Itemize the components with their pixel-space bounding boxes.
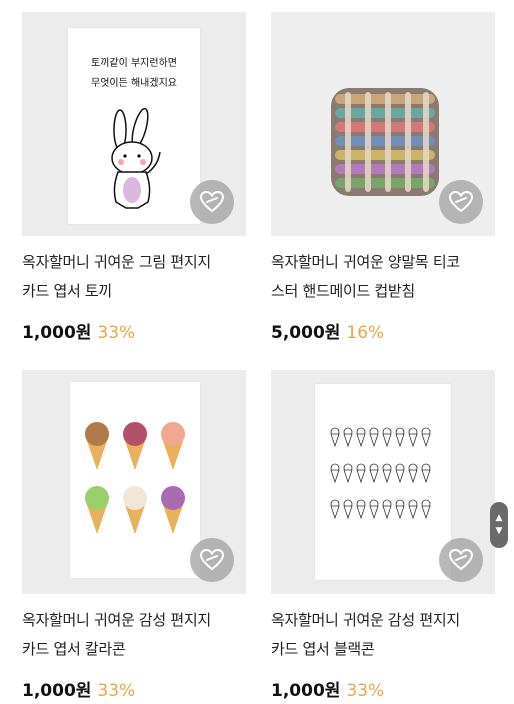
ice-cream-cones-drawing bbox=[85, 422, 185, 534]
product-title-line1: 옥자할머니 귀여운 감성 편지지 bbox=[22, 611, 211, 629]
wishlist-button[interactable] bbox=[190, 538, 234, 582]
product-price: 5,000 bbox=[271, 323, 325, 343]
black-cone-card-image bbox=[315, 384, 451, 580]
product-card[interactable]: 옥자할머니 귀여운 감성 편지지 카드 엽서 칼라콘 1,000원 33% bbox=[22, 370, 246, 702]
woven-coaster-image bbox=[331, 88, 439, 196]
color-cone-card-image bbox=[70, 382, 200, 578]
product-card[interactable]: 옥자할머니 귀여운 양말목 티코 스터 핸드메이드 컵받침 5,000원 16% bbox=[271, 12, 495, 344]
black-cones-drawing bbox=[330, 427, 431, 520]
currency-label: 원 bbox=[324, 323, 341, 343]
currency-label: 원 bbox=[75, 681, 92, 701]
product-title-line2: 스터 핸드메이드 컵받침 bbox=[271, 282, 415, 300]
product-price: 1,000 bbox=[22, 323, 76, 343]
product-title-line2: 카드 엽서 칼라콘 bbox=[22, 640, 126, 658]
product-price: 1,000 bbox=[22, 681, 76, 701]
product-card[interactable]: 토끼같이 부지런하면 무엇이든 해내겠지요 옥자할머니 귀여운 그림 편지지 카… bbox=[22, 12, 246, 344]
card-text-line1: 토끼같이 부지런하면 bbox=[91, 58, 177, 69]
wishlist-button[interactable] bbox=[190, 180, 234, 224]
product-title-line1: 옥자할머니 귀여운 그림 편지지 bbox=[22, 253, 211, 271]
heart-icon bbox=[448, 548, 474, 571]
price-row: 1,000원 33% bbox=[22, 676, 246, 702]
price-row: 1,000원 33% bbox=[271, 676, 495, 702]
price-row: 5,000원 16% bbox=[271, 318, 495, 344]
product-title-line2: 카드 엽서 토끼 bbox=[22, 282, 112, 300]
product-title-line2: 카드 엽서 블랙콘 bbox=[271, 640, 375, 658]
discount-rate: 33% bbox=[97, 681, 136, 701]
product-price: 1,000 bbox=[271, 681, 325, 701]
product-thumbnail[interactable] bbox=[271, 12, 495, 236]
chevron-down-icon[interactable]: ▼ bbox=[496, 525, 503, 538]
product-grid: 토끼같이 부지런하면 무엇이든 해내겠지요 옥자할머니 귀여운 그림 편지지 카… bbox=[0, 0, 514, 704]
chevron-up-icon[interactable]: ▲ bbox=[496, 512, 503, 525]
wishlist-button[interactable] bbox=[439, 180, 483, 224]
rabbit-card-image: 토끼같이 부지런하면 무엇이든 해내겠지요 bbox=[68, 28, 200, 224]
wishlist-button[interactable] bbox=[439, 538, 483, 582]
discount-rate: 33% bbox=[346, 681, 385, 701]
price-row: 1,000원 33% bbox=[22, 318, 246, 344]
heart-icon bbox=[199, 190, 225, 213]
product-card[interactable]: 옥자할머니 귀여운 감성 편지지 카드 엽서 블랙콘 1,000원 33% bbox=[271, 370, 495, 702]
product-thumbnail[interactable]: 토끼같이 부지런하면 무엇이든 해내겠지요 bbox=[22, 12, 246, 236]
currency-label: 원 bbox=[324, 681, 341, 701]
product-title[interactable]: 옥자할머니 귀여운 감성 편지지 카드 엽서 칼라콘 bbox=[22, 606, 246, 664]
currency-label: 원 bbox=[75, 323, 92, 343]
rabbit-drawing bbox=[111, 108, 161, 209]
heart-icon bbox=[448, 190, 474, 213]
product-title[interactable]: 옥자할머니 귀여운 그림 편지지 카드 엽서 토끼 bbox=[22, 248, 246, 306]
product-thumbnail[interactable] bbox=[271, 370, 495, 594]
discount-rate: 16% bbox=[346, 323, 385, 343]
product-title[interactable]: 옥자할머니 귀여운 감성 편지지 카드 엽서 블랙콘 bbox=[271, 606, 495, 664]
product-title-line1: 옥자할머니 귀여운 감성 편지지 bbox=[271, 611, 460, 629]
card-text-line2: 무엇이든 해내겠지요 bbox=[91, 78, 177, 89]
product-thumbnail[interactable] bbox=[22, 370, 246, 594]
discount-rate: 33% bbox=[97, 323, 136, 343]
heart-icon bbox=[199, 548, 225, 571]
product-title-line1: 옥자할머니 귀여운 양말목 티코 bbox=[271, 253, 460, 271]
scroll-control[interactable]: ▲ ▼ bbox=[490, 502, 508, 548]
product-title[interactable]: 옥자할머니 귀여운 양말목 티코 스터 핸드메이드 컵받침 bbox=[271, 248, 495, 306]
